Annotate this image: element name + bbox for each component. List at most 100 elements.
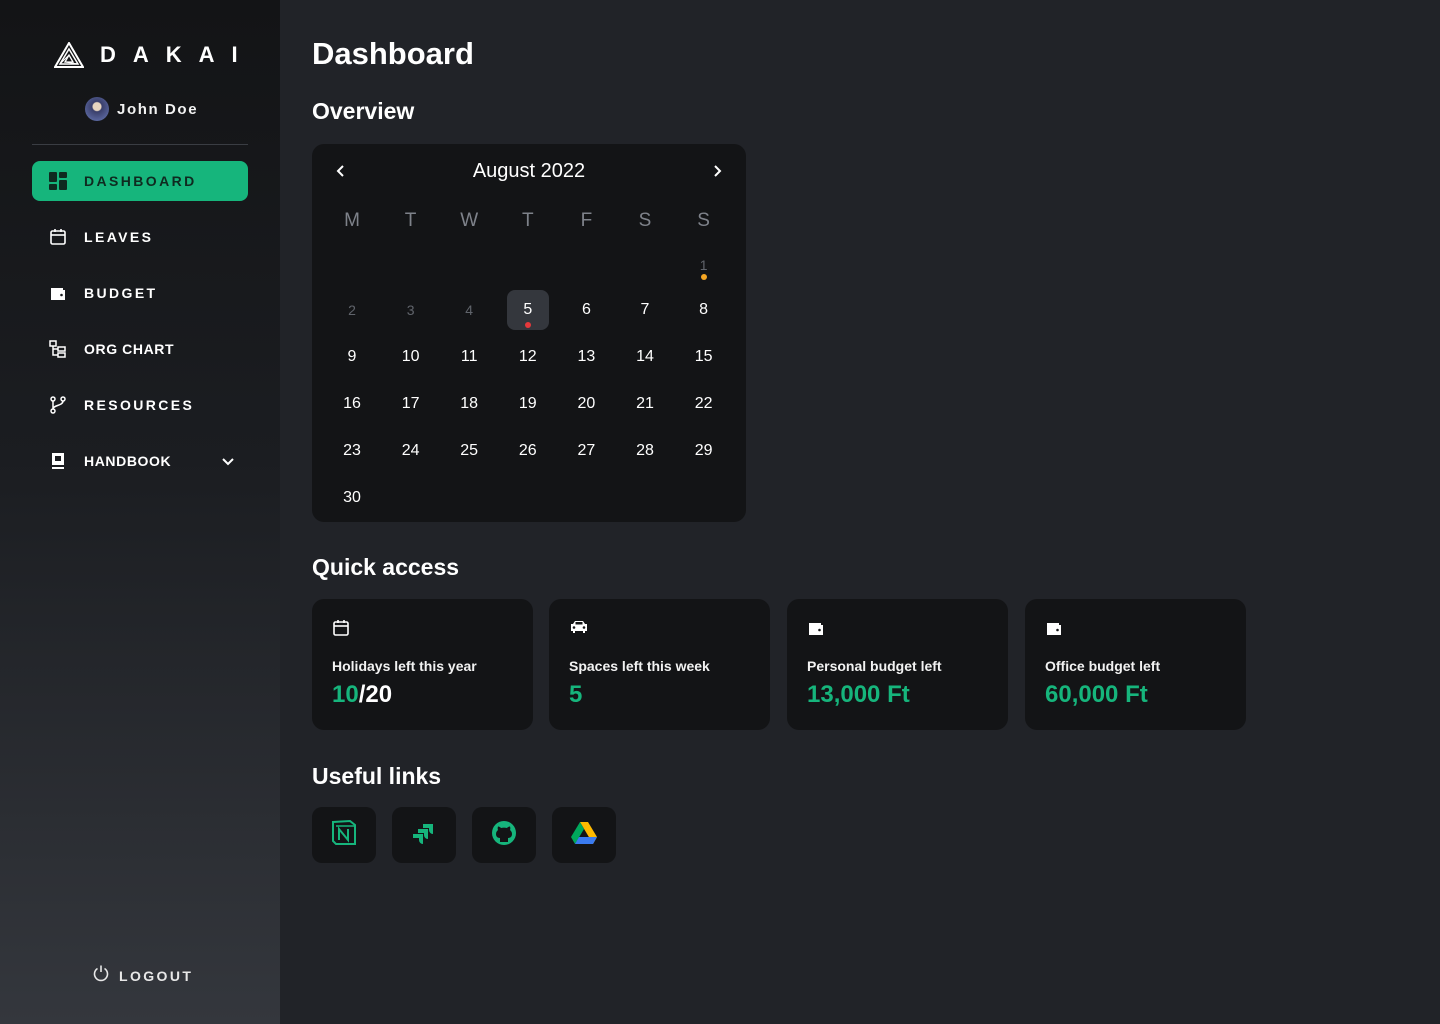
sidebar-item-resources[interactable]: RESOURCES <box>32 385 248 425</box>
calendar-day[interactable]: 7 <box>624 290 666 330</box>
notion-icon <box>330 819 358 852</box>
calendar-day[interactable]: 23 <box>331 431 373 471</box>
sidebar-item-leaves[interactable]: LEAVES <box>32 217 248 257</box>
brand-logo[interactable]: DAKAI <box>54 40 255 70</box>
sidebar-item-label: BUDGET <box>84 285 158 301</box>
calendar-day[interactable]: 14 <box>624 337 666 377</box>
calendar-day-number: 26 <box>518 442 537 459</box>
card-value: 60,000 Ft <box>1045 681 1148 708</box>
book-icon <box>49 452 67 470</box>
logout-button[interactable]: LOGOUT <box>92 964 193 987</box>
calendar-day[interactable]: 28 <box>624 431 666 471</box>
card-label: Holidays left this year <box>332 658 477 674</box>
sidebar-item-budget[interactable]: BUDGET <box>32 273 248 313</box>
sidebar-item-handbook[interactable]: HANDBOOK <box>32 441 248 481</box>
calendar-day[interactable]: 8 <box>683 290 725 330</box>
calendar-day[interactable]: 21 <box>624 384 666 424</box>
calendar-day[interactable]: 17 <box>390 384 432 424</box>
calendar-icon <box>332 619 352 637</box>
calendar-day[interactable]: 30 <box>331 478 373 518</box>
chevron-down-icon[interactable] <box>220 453 236 474</box>
dakai-logo-icon <box>54 42 84 68</box>
overview-heading: Overview <box>312 98 415 124</box>
calendar-day[interactable]: 20 <box>565 384 607 424</box>
calendar-weekday: S <box>697 210 710 231</box>
card-value: 13,000 Ft <box>807 681 910 708</box>
user-name: John Doe <box>117 100 199 118</box>
calendar-day[interactable]: 18 <box>448 384 490 424</box>
calendar-day-number: 27 <box>577 442 596 459</box>
calendar-day[interactable]: 26 <box>507 431 549 471</box>
calendar-day[interactable]: 24 <box>390 431 432 471</box>
calendar: August 2022 M T W T F S S 1 2 3 4 5 6 7 8 9 10 11 12 13 14 15… <box>312 144 746 522</box>
calendar-day[interactable]: 29 <box>683 431 725 471</box>
dashboard-icon <box>49 172 67 190</box>
user-profile[interactable]: John Doe <box>85 97 198 121</box>
calendar-day-number: 3 <box>406 302 415 318</box>
calendar-day[interactable]: 12 <box>507 337 549 377</box>
google-drive-link[interactable] <box>552 807 616 863</box>
calendar-day-number: 5 <box>523 301 533 318</box>
calendar-weekday: F <box>580 210 593 231</box>
branch-icon <box>49 396 67 414</box>
calendar-day-number: 30 <box>343 489 361 506</box>
calendar-day[interactable]: 27 <box>565 431 607 471</box>
sidebar-item-label: ORG CHART <box>84 341 175 357</box>
calendar-day[interactable]: 6 <box>565 290 607 330</box>
github-link[interactable] <box>472 807 536 863</box>
calendar-day[interactable]: 4 <box>448 290 490 330</box>
calendar-day-number: 11 <box>460 348 478 365</box>
calendar-day[interactable]: 25 <box>448 431 490 471</box>
calendar-day[interactable]: 19 <box>507 384 549 424</box>
quick-access-card-office-budget[interactable]: Office budget left 60,000 Ft <box>1025 599 1246 730</box>
calendar-day[interactable]: 5 <box>506 290 549 330</box>
sidebar-item-dashboard[interactable]: DASHBOARD <box>32 161 248 201</box>
page-title: Dashboard <box>312 36 474 71</box>
wallet-icon <box>807 619 827 637</box>
calendar-day[interactable]: 9 <box>331 337 373 377</box>
calendar-weekday: T <box>521 210 534 231</box>
calendar-day[interactable]: 15 <box>683 337 725 377</box>
calendar-day[interactable]: 13 <box>565 337 607 377</box>
calendar-day[interactable]: 10 <box>390 337 432 377</box>
sidebar-item-label: HANDBOOK <box>84 453 172 469</box>
calendar-day-number: 28 <box>636 442 654 459</box>
calendar-day-number: 13 <box>577 348 596 365</box>
calendar-day-number: 4 <box>465 302 474 318</box>
notion-link[interactable] <box>312 807 376 863</box>
quick-access-card-spaces[interactable]: Spaces left this week 5 <box>549 599 770 730</box>
wallet-icon <box>1045 619 1065 637</box>
calendar-day[interactable]: 11 <box>448 337 490 377</box>
org-chart-icon <box>49 340 67 358</box>
calendar-weekday: S <box>638 210 652 231</box>
power-icon <box>92 964 110 987</box>
quick-access-card-personal-budget[interactable]: Personal budget left 13,000 Ft <box>787 599 1008 730</box>
calendar-day[interactable]: 1 <box>683 245 725 285</box>
sidebar-divider <box>32 144 248 145</box>
calendar-day[interactable]: 2 <box>331 290 373 330</box>
calendar-day-number: 29 <box>694 442 713 459</box>
calendar-weekday: W <box>460 210 479 231</box>
chevron-right-icon[interactable] <box>708 162 726 180</box>
sidebar-item-org-chart[interactable]: ORG CHART <box>32 329 248 369</box>
sidebar-item-label: DASHBOARD <box>84 173 197 189</box>
calendar-day-number: 10 <box>401 348 420 365</box>
card-label: Personal budget left <box>807 658 942 674</box>
calendar-day[interactable]: 16 <box>331 384 373 424</box>
sidebar: DAKAI John Doe DASHBOARD LEAVES BUDGET O… <box>0 0 280 1024</box>
quick-access-card-holidays[interactable]: Holidays left this year 10/20 <box>312 599 533 730</box>
car-icon <box>569 619 589 637</box>
calendar-day-number: 8 <box>699 301 709 318</box>
calendar-day-number: 22 <box>694 395 713 412</box>
event-dot <box>700 274 707 280</box>
card-value: 10/20 <box>332 681 393 708</box>
calendar-day[interactable]: 3 <box>390 290 432 330</box>
calendar-day-number: 16 <box>343 395 361 412</box>
useful-links-heading: Useful links <box>312 763 442 789</box>
card-value: 5 <box>569 681 583 708</box>
quick-access-heading: Quick access <box>312 554 460 580</box>
github-icon <box>490 819 518 852</box>
jira-link[interactable] <box>392 807 456 863</box>
calendar-day-number: 7 <box>640 301 650 318</box>
calendar-day[interactable]: 22 <box>683 384 725 424</box>
